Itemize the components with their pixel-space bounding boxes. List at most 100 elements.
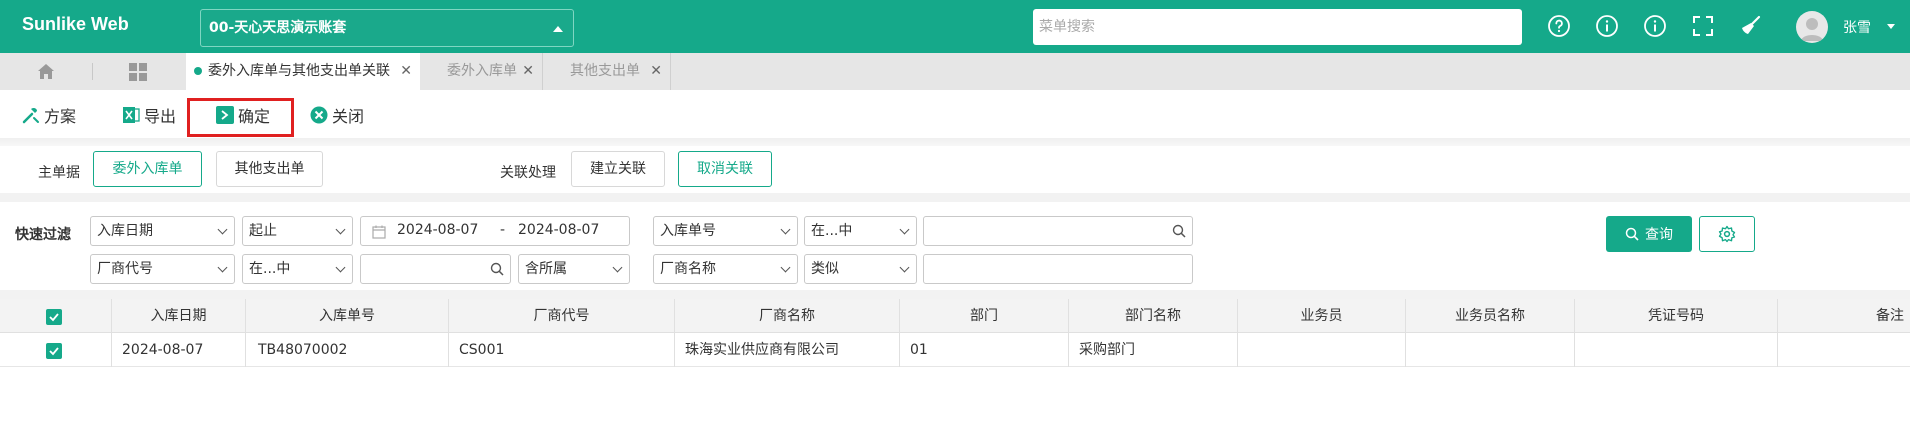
divider (0, 193, 1910, 202)
tab-label: 委外入库单与其他支出单关联 (208, 63, 390, 79)
main-doc-option-outsource[interactable]: 委外入库单 (93, 151, 202, 187)
tools-icon (22, 107, 39, 124)
column-header[interactable]: 凭证号码 (1575, 299, 1778, 333)
column-header[interactable]: 业务员名称 (1406, 299, 1575, 333)
chevron-down-icon[interactable] (1887, 24, 1895, 29)
home-icon (38, 64, 54, 79)
filter-field-select[interactable]: 入库单号 (653, 216, 798, 246)
filter-field-value: 厂商名称 (660, 261, 716, 277)
filter-operator-value: 在...中 (811, 223, 853, 239)
scheme-label: 方案 (44, 107, 77, 126)
scope-select[interactable]: 含所属 (518, 254, 630, 284)
row-checkbox[interactable] (46, 343, 62, 359)
chevron-down-icon (612, 262, 623, 273)
table-cell: CS001 (449, 333, 675, 367)
date-from: 2024-08-07 (397, 222, 479, 238)
fullscreen-icon[interactable] (1691, 14, 1715, 38)
close-button[interactable]: 关闭 (310, 104, 364, 126)
top-header: Sunlike Web 00-天心天思演示账套 张雪 (0, 0, 1910, 53)
row-select-cell[interactable] (0, 333, 112, 367)
chevron-down-icon (899, 262, 910, 273)
column-header[interactable]: 厂商代号 (449, 299, 675, 333)
main-doc-option-other[interactable]: 其他支出单 (216, 151, 323, 187)
broom-icon[interactable] (1739, 14, 1763, 38)
filter-field-select[interactable]: 厂商名称 (653, 254, 798, 284)
account-selector-value: 00-天心天思演示账套 (209, 20, 347, 36)
filter-operator-select[interactable]: 在...中 (804, 216, 917, 246)
filter-field-value: 厂商代号 (97, 261, 153, 277)
search-icon[interactable] (1172, 224, 1186, 238)
check-icon (49, 313, 59, 322)
brand-logo-text: Sunlike Web (22, 14, 129, 34)
select-all-checkbox[interactable] (46, 309, 62, 325)
scheme-button[interactable]: 方案 (22, 104, 76, 126)
cancel-relation-button[interactable]: 取消关联 (678, 151, 772, 187)
table-row[interactable]: 2024-08-07 TB48070002 CS001 珠海实业供应商有限公司 … (0, 333, 1910, 367)
filter-operator-value: 类似 (811, 261, 839, 277)
filter-field-select[interactable]: 厂商代号 (90, 254, 235, 284)
chevron-down-icon (780, 262, 791, 273)
divider (0, 290, 1910, 299)
filter-field-value: 入库日期 (97, 223, 153, 239)
filter-operator-value: 起止 (249, 223, 277, 239)
chevron-down-icon (899, 224, 910, 235)
filter-field-value: 入库单号 (660, 223, 716, 239)
chevron-down-icon (335, 224, 346, 235)
menu-search-input[interactable] (1033, 9, 1522, 45)
query-button[interactable]: 查询 (1606, 216, 1692, 252)
vendor-name-input[interactable] (923, 254, 1193, 284)
apps-tab[interactable] (92, 53, 184, 90)
info-icon[interactable] (1595, 14, 1619, 38)
filter-operator-value: 在...中 (249, 261, 291, 277)
grid-icon (129, 63, 147, 81)
chevron-down-icon (217, 224, 228, 235)
quick-filter-label: 快速过滤 (15, 227, 71, 243)
search-icon[interactable] (490, 262, 504, 276)
relation-label: 关联处理 (500, 165, 556, 181)
account-selector[interactable]: 00-天心天思演示账套 (200, 9, 574, 47)
receipt-no-input[interactable] (923, 216, 1193, 246)
close-icon[interactable]: ✕ (650, 53, 662, 90)
column-header[interactable]: 部门名称 (1069, 299, 1238, 333)
column-header[interactable]: 入库日期 (112, 299, 246, 333)
user-name[interactable]: 张雪 (1843, 17, 1871, 37)
date-range-input[interactable]: 2024-08-07 - 2024-08-07 (360, 216, 630, 246)
vendor-code-input[interactable] (360, 254, 511, 284)
column-header[interactable]: 部门 (900, 299, 1069, 333)
grid-header: 入库日期 入库单号 厂商代号 厂商名称 部门 部门名称 业务员 业务员名称 凭证… (0, 299, 1910, 333)
export-label: 导出 (144, 107, 177, 126)
user-silhouette-icon (1801, 18, 1823, 41)
column-header[interactable]: 业务员 (1238, 299, 1406, 333)
table-cell: TB48070002 (246, 333, 449, 367)
divider (0, 138, 1910, 146)
date-to: 2024-08-07 (518, 222, 600, 238)
export-button[interactable]: 导出 (122, 104, 176, 126)
info-icon[interactable] (1643, 14, 1667, 38)
tab-other-expense[interactable]: 其他支出单 ✕ (543, 53, 670, 90)
help-circle-icon[interactable] (1547, 14, 1571, 38)
filter-operator-select[interactable]: 类似 (804, 254, 917, 284)
column-header[interactable]: 备注 (1778, 299, 1910, 333)
filter-operator-select[interactable]: 在...中 (242, 254, 353, 284)
close-icon[interactable]: ✕ (522, 53, 534, 90)
tab-outsource-receipt[interactable]: 委外入库单 ✕ (420, 53, 542, 90)
calendar-icon (372, 225, 386, 239)
table-cell (1575, 333, 1778, 367)
close-icon[interactable]: ✕ (400, 53, 412, 90)
tab-relation[interactable]: 委外入库单与其他支出单关联 ✕ (186, 53, 420, 90)
filter-operator-select[interactable]: 起止 (242, 216, 353, 246)
filter-settings-button[interactable] (1699, 216, 1755, 252)
home-tab[interactable] (0, 53, 92, 90)
create-relation-button[interactable]: 建立关联 (571, 151, 665, 187)
search-icon (1625, 227, 1639, 241)
select-all-cell[interactable] (0, 299, 112, 333)
avatar[interactable] (1796, 11, 1828, 43)
chevron-down-icon (217, 262, 228, 273)
table-cell: 采购部门 (1069, 333, 1238, 367)
filter-field-select[interactable]: 入库日期 (90, 216, 235, 246)
column-header[interactable]: 入库单号 (246, 299, 449, 333)
chevron-down-icon (335, 262, 346, 273)
confirm-highlight-box (187, 98, 294, 137)
column-header[interactable]: 厂商名称 (675, 299, 900, 333)
active-dot-icon (194, 67, 202, 75)
